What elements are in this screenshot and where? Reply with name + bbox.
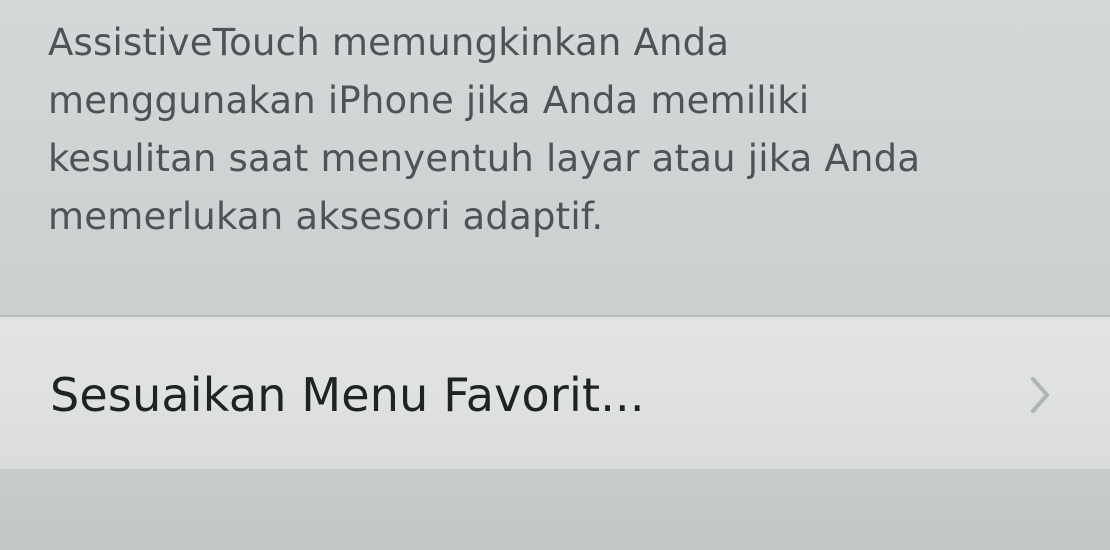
customize-top-level-menu-cell[interactable]: Sesuaikan Menu Favorit...	[0, 317, 1110, 469]
grouped-background	[0, 469, 1110, 550]
chevron-right-icon	[1031, 377, 1049, 413]
settings-group: Sesuaikan Menu Favorit...	[0, 315, 1110, 471]
settings-screen: AssistiveTouch memungkinkan Anda menggun…	[0, 0, 1110, 550]
assistive-touch-description: AssistiveTouch memungkinkan Anda menggun…	[48, 14, 1078, 246]
chevron-right-icon-path	[1031, 377, 1049, 413]
cell-label: Sesuaikan Menu Favorit...	[50, 368, 645, 422]
description-line: kesulitan saat menyentuh layar atau jika…	[48, 137, 921, 180]
description-line: memerlukan aksesori adaptif.	[48, 195, 604, 238]
description-line: AssistiveTouch memungkinkan Anda	[48, 21, 730, 64]
description-line: menggunakan iPhone jika Anda memiliki	[48, 79, 810, 122]
